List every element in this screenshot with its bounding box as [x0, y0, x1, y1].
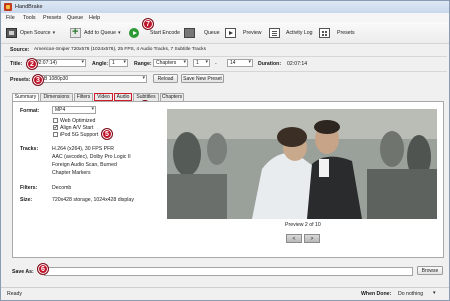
open-source-button[interactable]: Open Source ▾	[6, 26, 55, 40]
angle-label: Angle:	[92, 61, 109, 67]
format-select[interactable]: MP4	[52, 106, 96, 114]
handbrake-logo-icon	[4, 3, 12, 11]
when-done-select[interactable]: Do nothing	[398, 291, 423, 297]
range-start-select[interactable]: 1	[193, 59, 210, 67]
queue-icon	[184, 28, 195, 38]
track-item: H.264 (x264), 30 FPS PFR	[52, 146, 114, 152]
save-as-input[interactable]	[44, 267, 413, 276]
tab-dimensions[interactable]: Dimensions	[40, 93, 73, 101]
source-label: Source:	[10, 47, 30, 53]
menu-bar: File Tools Presets Queue Help	[1, 13, 449, 22]
range-label: Range:	[134, 61, 152, 67]
align-av-checkbox[interactable]	[53, 124, 59, 131]
wedding-scene-image	[167, 109, 437, 219]
when-done-label: When Done:	[361, 291, 392, 297]
range-end-select[interactable]: 14	[227, 59, 253, 67]
callout-badge-3: 3	[32, 74, 44, 86]
callout-badge-5: 5	[101, 128, 113, 140]
save-new-preset-button[interactable]: Save New Preset	[181, 74, 224, 83]
size-value: 720x428 storage, 1024x428 display	[52, 197, 134, 203]
preset-select[interactable]: B 1080p30	[41, 75, 147, 83]
track-item: Foreign Audio Scan, Burned	[52, 162, 117, 168]
add-queue-icon	[70, 26, 81, 38]
open-source-label: Open Source	[20, 30, 51, 36]
callout-badge-6: 6	[37, 263, 49, 275]
filters-label: Filters:	[20, 185, 38, 191]
menu-file[interactable]: File	[6, 15, 15, 21]
callout-badge-2: 2	[26, 58, 38, 70]
angle-select[interactable]: 1	[109, 59, 128, 67]
presets-row-label: Presets:	[10, 77, 31, 83]
menu-queue[interactable]: Queue	[67, 15, 83, 21]
callout-badge-7: 7	[142, 18, 154, 30]
reload-button[interactable]: Reload	[153, 74, 178, 83]
preview-caption: Preview 2 of 10	[285, 222, 321, 228]
menu-tools[interactable]: Tools	[23, 15, 36, 21]
format-label: Format:	[20, 108, 40, 114]
presets-label: Presets	[337, 30, 355, 36]
align-av-label: Align A/V Start	[60, 125, 94, 131]
activity-log-icon	[269, 28, 280, 38]
next-preview-button[interactable]: >	[304, 234, 320, 243]
duration-value: 02:07:14	[287, 61, 308, 67]
title-label: Title:	[10, 61, 23, 67]
window-title: HandBrake	[15, 4, 43, 10]
activity-log-button[interactable]: Activity Log	[269, 26, 313, 40]
play-icon	[129, 28, 139, 38]
web-optimized-label: Web Optimized	[60, 118, 96, 124]
add-to-queue-button[interactable]: Add to Queue ▾	[70, 26, 121, 40]
menu-help[interactable]: Help	[89, 15, 100, 21]
browse-button[interactable]: Browse	[417, 266, 443, 275]
start-encode-label: Start Encode	[150, 30, 180, 36]
activity-log-label: Activity Log	[286, 30, 313, 36]
add-to-queue-label: Add to Queue	[84, 30, 117, 36]
divider	[4, 71, 447, 72]
track-item: Chapter Markers	[52, 170, 91, 176]
divider	[4, 56, 447, 57]
preview-button[interactable]: Preview	[225, 26, 261, 40]
web-optimized-checkbox[interactable]	[53, 118, 58, 123]
save-as-label: Save As:	[12, 269, 34, 275]
size-label: Size:	[20, 197, 33, 203]
status-bar: Ready When Done: Do nothing ▾	[1, 287, 449, 300]
chevron-down-icon: ▾	[52, 30, 56, 36]
presets-icon	[319, 28, 330, 38]
title-bar: HandBrake	[1, 1, 449, 13]
range-type-select[interactable]: Chapters	[153, 59, 188, 67]
source-info: American-Sniper 720x576 (1024x576), 25 F…	[34, 47, 206, 52]
tracks-label: Tracks:	[20, 146, 39, 152]
tab-audio[interactable]: Audio	[114, 93, 132, 101]
preview-label: Preview	[243, 30, 262, 36]
chevron-down-icon: ▾	[433, 290, 436, 296]
track-item: AAC (avcodec), Dolby Pro Logic II	[52, 154, 131, 160]
film-icon	[6, 28, 17, 38]
menu-presets[interactable]: Presets	[43, 15, 61, 21]
tab-filters[interactable]: Filters	[74, 93, 93, 101]
tab-video[interactable]: Video	[94, 93, 113, 101]
filters-value: Decomb	[52, 185, 72, 191]
handbrake-window: HandBrake File Tools Presets Queue Help …	[0, 0, 450, 301]
range-separator: -	[215, 61, 217, 67]
presets-button[interactable]: Presets	[319, 26, 355, 40]
status-text: Ready	[7, 291, 22, 297]
queue-button[interactable]: Queue	[184, 26, 220, 40]
tab-chapters[interactable]: Chapters	[160, 93, 184, 101]
ipod-checkbox[interactable]	[53, 132, 58, 137]
duration-label: Duration:	[258, 61, 282, 67]
toolbar: Open Source ▾ Add to Queue ▾ Start Encod…	[1, 22, 449, 44]
previous-preview-button[interactable]: <	[286, 234, 302, 243]
chevron-down-icon: ▾	[118, 30, 121, 36]
ipod-label: iPod 5G Support	[60, 132, 99, 138]
preview-image	[167, 109, 437, 219]
preview-icon	[225, 28, 236, 38]
queue-label: Queue	[204, 30, 220, 36]
start-encode-button[interactable]: Start Encode	[129, 26, 180, 40]
